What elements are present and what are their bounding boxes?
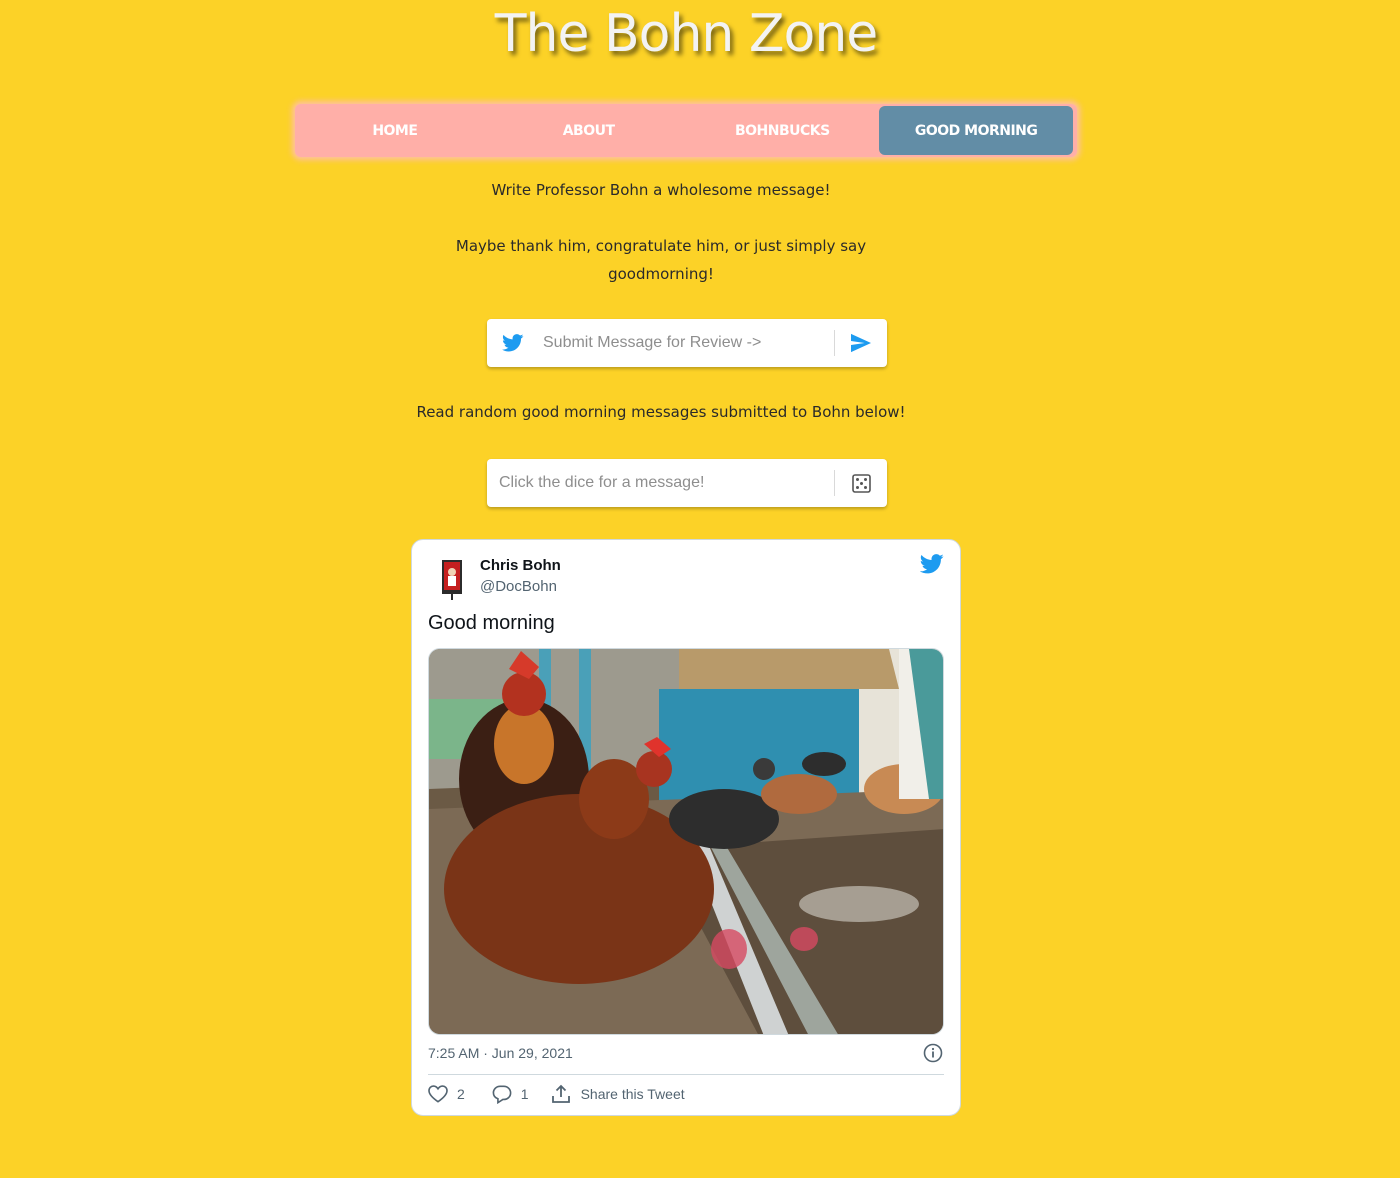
tweet-author-handle[interactable]: @DocBohn <box>480 578 557 595</box>
tweet-timestamp[interactable]: 7:25 AM · Jun 29, 2021 <box>428 1045 573 1061</box>
submit-message-box <box>487 319 887 367</box>
tweet-text: Good morning <box>428 612 555 634</box>
dice-icon <box>851 473 871 493</box>
heart-icon <box>428 1085 448 1103</box>
tweet-photo[interactable] <box>428 648 944 1035</box>
twitter-logo-icon[interactable] <box>919 554 944 578</box>
main-nav: HOME ABOUT BOHNBUCKS GOOD MORNING <box>295 104 1077 157</box>
submit-message-input[interactable] <box>539 319 834 367</box>
site-title: The Bohn Zone <box>494 4 879 64</box>
tweet-author-name[interactable]: Chris Bohn <box>480 557 561 574</box>
nav-good-morning[interactable]: GOOD MORNING <box>879 106 1073 155</box>
nav-bohnbucks[interactable]: BOHNBUCKS <box>686 106 880 155</box>
tweet-actions: 2 1 Share this Tweet <box>428 1084 685 1104</box>
random-message-box <box>487 459 887 507</box>
share-label: Share this Tweet <box>580 1086 685 1102</box>
like-button[interactable]: 2 <box>428 1085 465 1103</box>
intro-line-1: Write Professor Bohn a wholesome message… <box>491 181 831 199</box>
like-count: 2 <box>457 1086 465 1102</box>
dice-button[interactable] <box>835 459 887 507</box>
nav-about[interactable]: ABOUT <box>492 106 686 155</box>
random-message-output[interactable] <box>487 459 834 507</box>
avatar[interactable] <box>428 554 476 602</box>
twitter-bird-icon <box>487 319 539 367</box>
embedded-tweet[interactable]: Chris Bohn @DocBohn Good morning 7:25 AM… <box>411 539 961 1116</box>
read-messages-text: Read random good morning messages submit… <box>416 403 906 421</box>
reply-bubble-icon <box>492 1085 512 1104</box>
divider <box>428 1074 944 1075</box>
info-icon[interactable] <box>923 1043 943 1067</box>
share-icon <box>551 1084 570 1103</box>
nav-home[interactable]: HOME <box>298 106 492 155</box>
reply-button[interactable]: 1 <box>492 1085 529 1104</box>
send-button[interactable] <box>835 319 887 367</box>
intro-text: Write Professor Bohn a wholesome message… <box>411 176 911 288</box>
share-button[interactable]: Share this Tweet <box>551 1084 685 1104</box>
reply-count: 1 <box>520 1086 529 1102</box>
send-icon <box>851 333 871 353</box>
intro-line-2: Maybe thank him, congratulate him, or ju… <box>455 237 867 283</box>
